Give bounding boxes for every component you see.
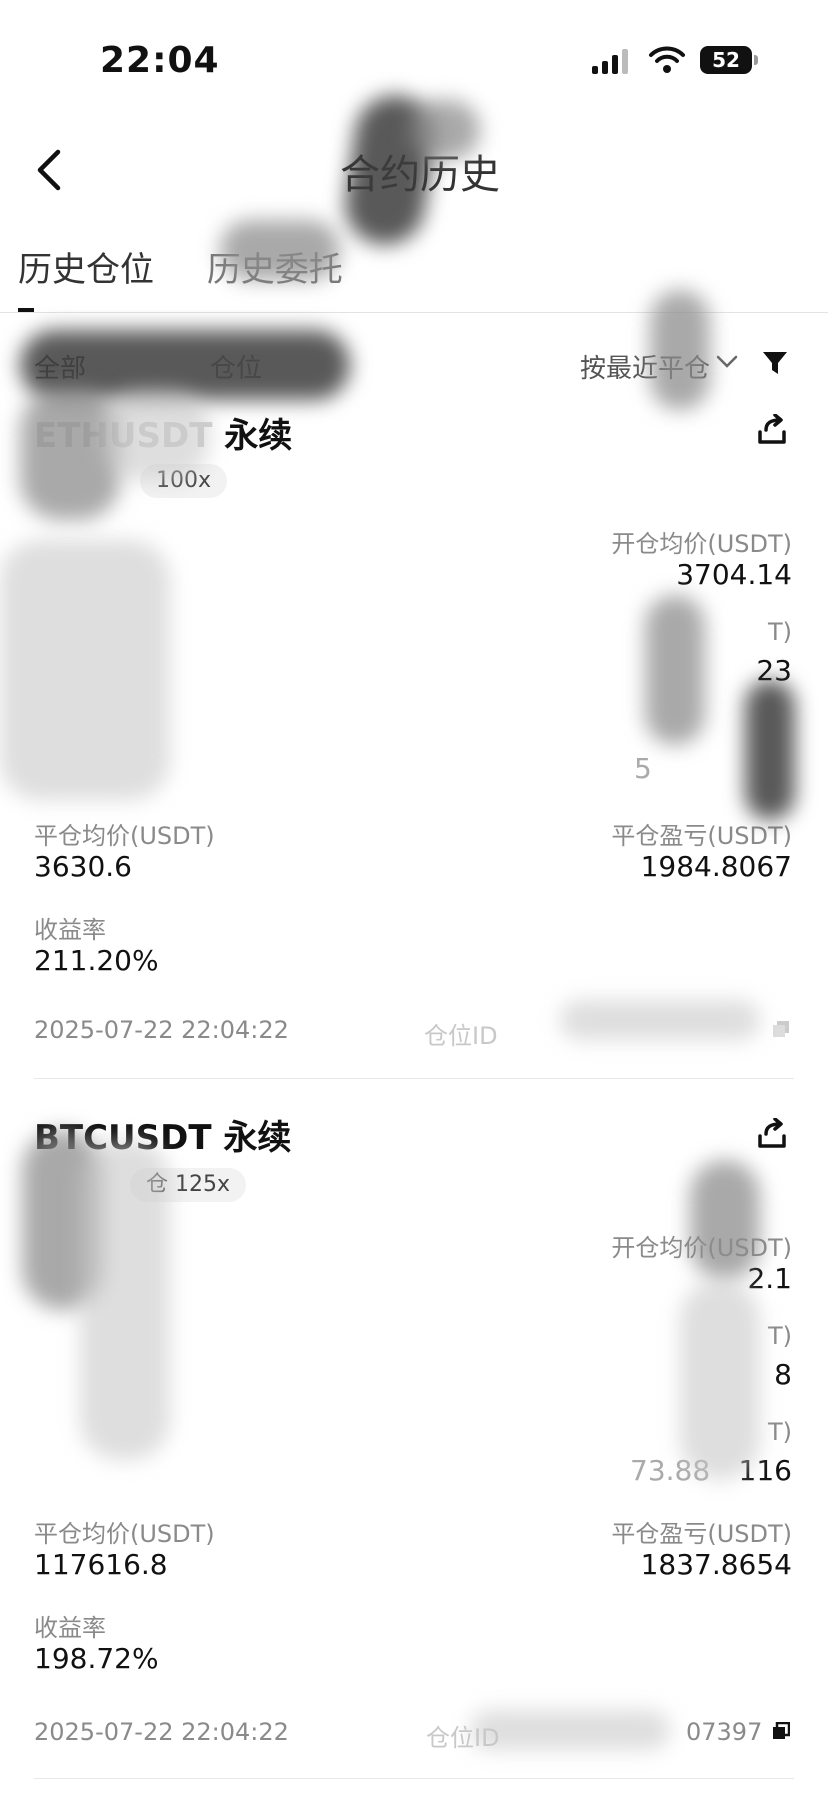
card1-close-avg-value: 3630.6 <box>34 850 132 883</box>
battery-tip <box>754 55 758 65</box>
card1-pnl-value: 1984.8067 <box>640 850 792 883</box>
back-arrow-icon[interactable] <box>32 148 64 192</box>
status-time: 22:04 <box>100 40 220 81</box>
card2-roi-value: 198.72% <box>34 1642 159 1675</box>
card1-open-avg-value: 3704.14 <box>676 558 792 591</box>
redaction-mark <box>560 1000 760 1040</box>
tab-history-positions[interactable]: 历史仓位 <box>18 242 154 291</box>
redaction-mark <box>650 290 710 410</box>
battery-icon: 52 <box>700 46 752 74</box>
card2-pnl-label: 平仓盈亏(USDT) <box>611 1520 792 1548</box>
card1-pnl-label: 平仓盈亏(USDT) <box>611 822 792 850</box>
chevron-down-icon[interactable] <box>716 354 738 370</box>
card2-position-id-value: 07397 <box>686 1718 763 1746</box>
redaction-mark <box>410 100 480 160</box>
redaction-mark <box>0 540 170 800</box>
card2-partial-value: 8 <box>774 1358 792 1391</box>
card1-symbol-label: 永续 <box>224 416 293 456</box>
redaction-mark <box>680 1280 760 1480</box>
card1-partial-label: T) <box>767 618 792 646</box>
card-divider <box>34 1078 794 1079</box>
card1-open-avg-label: 开仓均价(USDT) <box>611 530 792 558</box>
cellular-signal-icon <box>592 48 632 74</box>
card2-close-avg-value: 117616.8 <box>34 1548 168 1581</box>
filter-icon[interactable] <box>762 350 788 376</box>
card-divider <box>34 1778 794 1779</box>
redaction-mark <box>80 1140 170 1460</box>
copy-icon[interactable] <box>772 1020 790 1038</box>
card2-timestamp: 2025-07-22 22:04:22 <box>34 1718 289 1746</box>
share-icon[interactable] <box>756 1118 788 1150</box>
card1-close-avg-label: 平仓均价(USDT) <box>34 822 215 850</box>
card1-timestamp: 2025-07-22 22:04:22 <box>34 1016 289 1044</box>
redaction-mark <box>100 390 210 480</box>
card2-partial-label-2: T) <box>767 1418 792 1446</box>
card2-pnl-value: 1837.8654 <box>640 1548 792 1581</box>
card1-roi-label: 收益率 <box>34 916 106 944</box>
wifi-icon <box>649 46 685 73</box>
card2-close-avg-label: 平仓均价(USDT) <box>34 1520 215 1548</box>
card1-position-id-label: 仓位ID <box>424 1022 498 1050</box>
redaction-mark <box>690 1160 760 1280</box>
card2-roi-label: 收益率 <box>34 1614 106 1642</box>
card1-partial-value-2: 5 <box>634 752 652 785</box>
redaction-mark <box>470 1710 670 1750</box>
card2-leverage: 125x <box>175 1172 231 1197</box>
copy-icon[interactable] <box>772 1722 790 1740</box>
card2-open-avg-value: 2.1 <box>747 1262 792 1295</box>
redaction-mark <box>220 220 340 280</box>
share-icon[interactable] <box>756 414 788 446</box>
redaction-mark <box>645 595 705 745</box>
card2-partial-label: T) <box>767 1322 792 1350</box>
redaction-mark <box>745 680 795 820</box>
card1-roi-value: 211.20% <box>34 944 159 977</box>
